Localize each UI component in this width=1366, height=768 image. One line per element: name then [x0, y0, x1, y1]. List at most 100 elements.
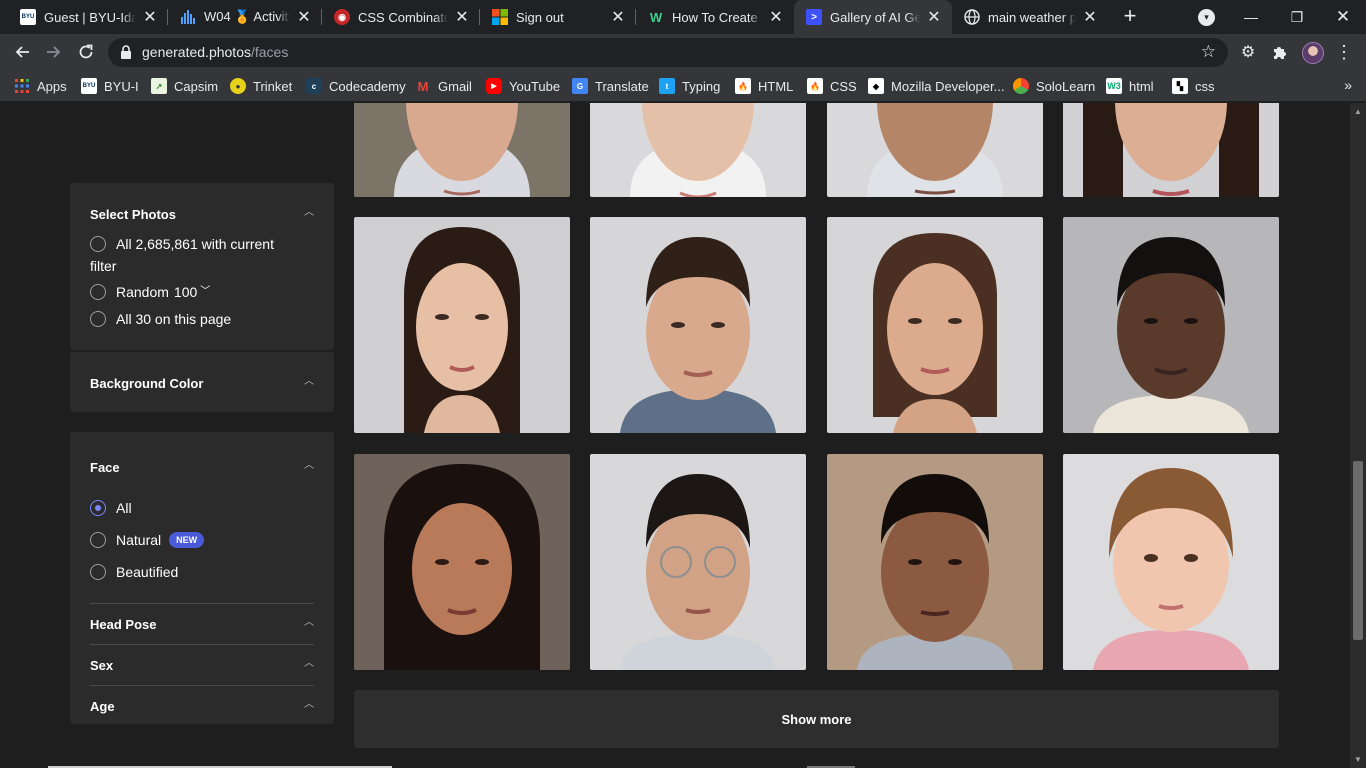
- radio-button[interactable]: [90, 564, 106, 580]
- bookmark-byu-i[interactable]: BYU BYU-I: [81, 76, 139, 96]
- radio-button[interactable]: [90, 532, 106, 548]
- apps-grid-icon: [14, 78, 30, 94]
- option-label: Random: [116, 284, 169, 300]
- close-tab-icon[interactable]: ✕: [926, 7, 942, 27]
- close-tab-icon[interactable]: ✕: [142, 7, 158, 27]
- radio-button[interactable]: [90, 311, 106, 327]
- face-photo[interactable]: [827, 217, 1043, 433]
- face-photo[interactable]: [354, 103, 570, 197]
- bookmark-star-icon[interactable]: ☆: [1201, 42, 1216, 62]
- age-title[interactable]: Age: [90, 699, 115, 714]
- bookmark-css[interactable]: 🔥 CSS: [807, 76, 857, 96]
- head-pose-title[interactable]: Head Pose: [90, 617, 156, 632]
- chevron-up-icon[interactable]: ︿: [304, 618, 314, 628]
- face-photo[interactable]: [1063, 217, 1279, 433]
- close-tab-icon[interactable]: ✕: [768, 7, 784, 27]
- minimize-icon[interactable]: —: [1228, 0, 1274, 34]
- url-text: generated.photos/faces: [142, 44, 288, 60]
- forward-arrow-icon[interactable]: [42, 40, 66, 64]
- profile-avatar[interactable]: [1302, 42, 1324, 64]
- option-face-natural[interactable]: Natural NEW: [90, 529, 205, 551]
- random-count-select[interactable]: 100: [174, 281, 197, 303]
- sololearn-icon: [1013, 78, 1029, 94]
- radio-button[interactable]: [90, 236, 106, 252]
- tab-css-combinators[interactable]: ◉ CSS Combinators ✕: [322, 0, 480, 34]
- vertical-scrollbar[interactable]: ▲ ▼: [1350, 103, 1366, 768]
- close-tab-icon[interactable]: ✕: [454, 7, 470, 27]
- address-bar[interactable]: generated.photos/faces ☆: [108, 38, 1228, 67]
- background-color-panel[interactable]: Background Color ︿: [70, 352, 334, 412]
- new-tab-button[interactable]: +: [1118, 4, 1142, 28]
- option-label: All: [116, 500, 132, 516]
- close-tab-icon[interactable]: ✕: [1082, 7, 1098, 27]
- w-icon: W: [649, 9, 663, 25]
- option-all-on-page[interactable]: All 30 on this page: [90, 308, 231, 330]
- bookmark-apps[interactable]: Apps: [14, 76, 67, 96]
- typing-icon: t: [659, 78, 675, 94]
- scrollbar-thumb[interactable]: [1353, 461, 1363, 640]
- bookmark-translate[interactable]: G Translate: [572, 76, 649, 96]
- tab-search-icon[interactable]: ▾: [1198, 9, 1215, 26]
- tab-how-to-create[interactable]: W How To Create an ✕: [636, 0, 794, 34]
- restore-icon[interactable]: ❐: [1274, 0, 1320, 34]
- extension-gear-icon[interactable]: ⚙: [1238, 42, 1258, 62]
- bookmark-mozilla-developer[interactable]: ◆ Mozilla Developer...: [868, 76, 1004, 96]
- byu-icon: BYU: [20, 9, 36, 25]
- chevron-up-icon[interactable]: ︿: [304, 377, 314, 387]
- more-bookmarks-icon[interactable]: »: [1344, 77, 1352, 93]
- tab-gallery-ai-generated[interactable]: > Gallery of AI Gene ✕: [794, 0, 952, 34]
- bookmark-trinket[interactable]: ● Trinket: [230, 76, 292, 96]
- scroll-down-icon[interactable]: ▼: [1354, 755, 1362, 764]
- chevron-up-icon[interactable]: ︿: [304, 700, 314, 710]
- close-tab-icon[interactable]: ✕: [610, 7, 626, 27]
- radio-button-selected[interactable]: [90, 500, 106, 516]
- chevron-up-icon[interactable]: ︿: [304, 208, 314, 218]
- back-arrow-icon[interactable]: [10, 40, 34, 64]
- bookmark-typing[interactable]: t Typing: [659, 76, 720, 96]
- face-photo[interactable]: [1063, 103, 1279, 197]
- chevron-up-icon[interactable]: ︿: [304, 659, 314, 669]
- browser-menu-icon[interactable]: ⋮: [1334, 42, 1354, 62]
- bookmark-label: CSS: [830, 78, 857, 94]
- tab-w04-activity[interactable]: W04 🏅 Activity: F ✕: [168, 0, 322, 34]
- option-random[interactable]: Random 100 ﹀: [90, 281, 210, 303]
- chevron-up-icon[interactable]: ︿: [304, 461, 314, 471]
- extensions-puzzle-icon[interactable]: [1270, 42, 1290, 62]
- option-label: All 2,685,861 with current filter: [90, 233, 274, 277]
- face-photo[interactable]: [590, 103, 806, 197]
- bookmark-sololearn[interactable]: SoloLearn: [1013, 76, 1095, 96]
- select-photos-panel: Select Photos ︿ All 2,685,861 with curre…: [70, 183, 334, 350]
- face-photo[interactable]: [827, 103, 1043, 197]
- bookmark-label: css: [1195, 78, 1215, 94]
- radio-button[interactable]: [90, 284, 106, 300]
- option-all-with-filter[interactable]: All 2,685,861 with current filter: [90, 233, 314, 277]
- option-face-beautified[interactable]: Beautified: [90, 561, 178, 583]
- panel-title: Face: [90, 460, 120, 475]
- chevron-down-icon[interactable]: ﹀: [200, 281, 210, 303]
- face-photo[interactable]: [590, 217, 806, 433]
- show-more-button[interactable]: Show more: [354, 690, 1279, 748]
- tab-byu-guest[interactable]: BYU Guest | BYU-Idaho ✕: [8, 0, 168, 34]
- browser-toolbar: generated.photos/faces ☆ ⚙ ⋮: [0, 34, 1366, 70]
- bookmark-html[interactable]: 🔥 HTML: [735, 76, 793, 96]
- tab-sign-out[interactable]: Sign out ✕: [480, 0, 636, 34]
- bookmark-codecademy[interactable]: c Codecademy: [306, 76, 406, 96]
- close-tab-icon[interactable]: ✕: [296, 7, 312, 27]
- tab-main-weather[interactable]: main weather pag ✕: [952, 0, 1108, 34]
- close-window-icon[interactable]: ✕: [1320, 0, 1366, 34]
- face-photo[interactable]: [354, 217, 570, 433]
- bookmark-css-2[interactable]: ▚ css: [1172, 76, 1215, 96]
- option-label-line2: filter: [90, 258, 117, 274]
- face-photo[interactable]: [827, 454, 1043, 670]
- bookmark-capsim[interactable]: ↗ Capsim: [151, 76, 218, 96]
- sex-title[interactable]: Sex: [90, 658, 113, 673]
- face-photo[interactable]: [354, 454, 570, 670]
- face-photo[interactable]: [590, 454, 806, 670]
- bookmark-w3-html[interactable]: W3 html: [1106, 76, 1154, 96]
- bookmark-gmail[interactable]: M Gmail: [415, 76, 472, 96]
- scroll-up-icon[interactable]: ▲: [1354, 107, 1362, 116]
- reload-icon[interactable]: [74, 40, 98, 64]
- face-photo[interactable]: [1063, 454, 1279, 670]
- option-face-all[interactable]: All: [90, 497, 132, 519]
- bookmark-youtube[interactable]: ▶ YouTube: [486, 76, 560, 96]
